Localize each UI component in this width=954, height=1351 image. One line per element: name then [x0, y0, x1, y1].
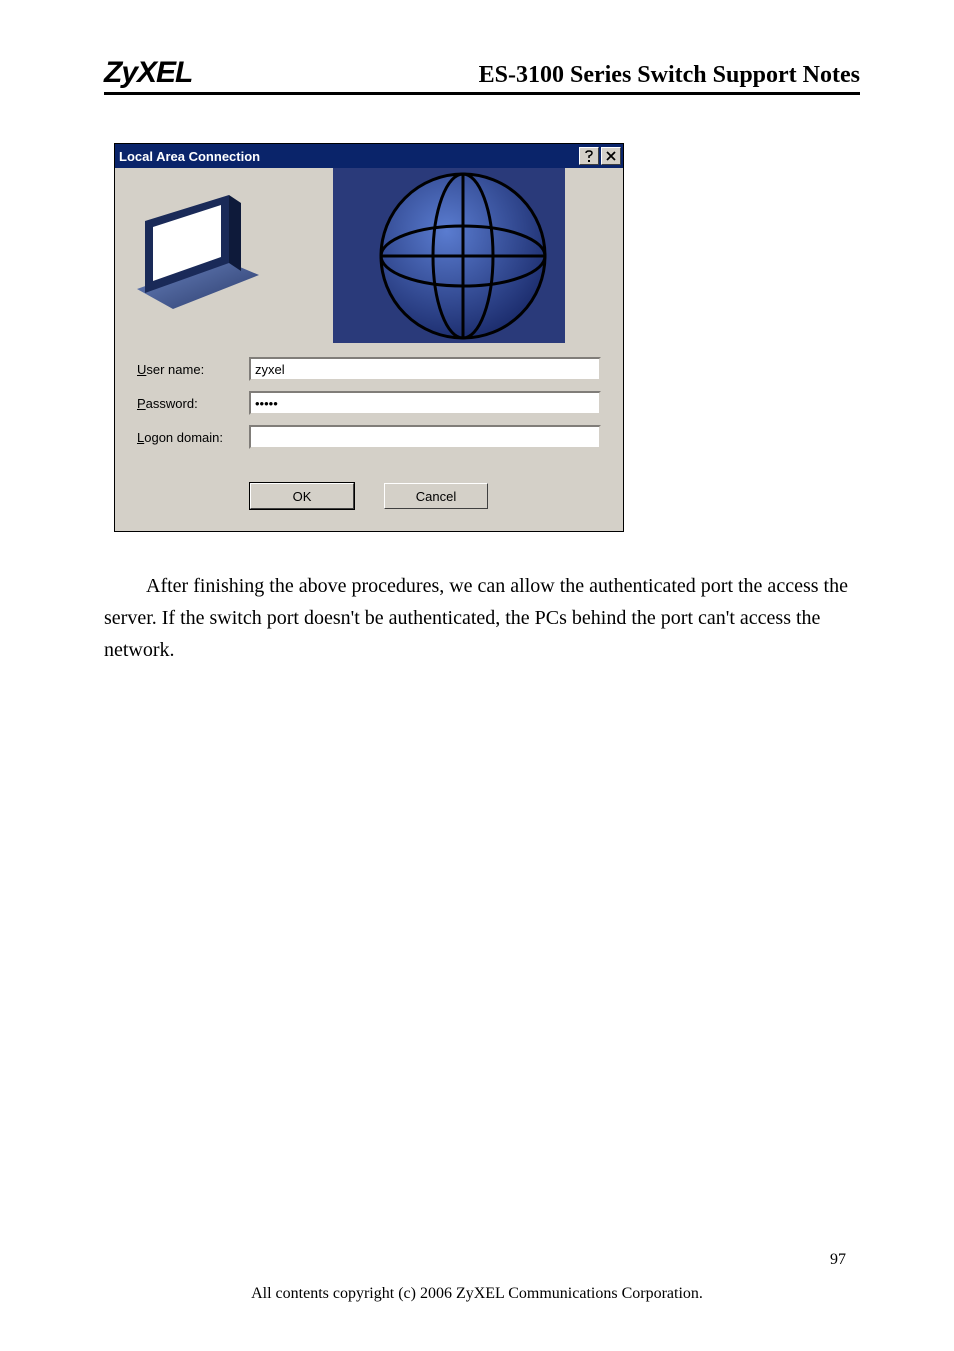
- page-header: ZyXEL ES-3100 Series Switch Support Note…: [104, 56, 860, 95]
- help-button[interactable]: [579, 147, 599, 165]
- globe-icon: [333, 168, 565, 343]
- logon-domain-input[interactable]: [249, 425, 601, 449]
- page-title: ES-3100 Series Switch Support Notes: [479, 62, 860, 89]
- footer-copyright: All contents copyright (c) 2006 ZyXEL Co…: [0, 1285, 954, 1303]
- monitor-icon: [125, 181, 265, 331]
- body-paragraph: After finishing the above procedures, we…: [104, 570, 860, 666]
- close-icon: [606, 151, 616, 161]
- dialog-titlebar: Local Area Connection: [115, 144, 623, 168]
- username-label: User name:: [137, 362, 249, 377]
- password-input[interactable]: [249, 391, 601, 415]
- logon-domain-label: Logon domain:: [137, 430, 249, 445]
- dialog-title: Local Area Connection: [119, 149, 577, 164]
- ok-button[interactable]: OK: [250, 483, 354, 509]
- page-number: 97: [830, 1251, 846, 1269]
- username-input[interactable]: [249, 357, 601, 381]
- cancel-button[interactable]: Cancel: [384, 483, 488, 509]
- password-row: Password:: [137, 391, 601, 415]
- brand-logo: ZyXEL: [104, 56, 192, 90]
- close-button[interactable]: [601, 147, 621, 165]
- password-label: Password:: [137, 396, 249, 411]
- logon-domain-row: Logon domain:: [137, 425, 601, 449]
- help-icon: [584, 150, 594, 162]
- username-row: User name:: [137, 357, 601, 381]
- dialog-banner: [115, 168, 623, 343]
- login-dialog: Local Area Connection: [114, 143, 624, 532]
